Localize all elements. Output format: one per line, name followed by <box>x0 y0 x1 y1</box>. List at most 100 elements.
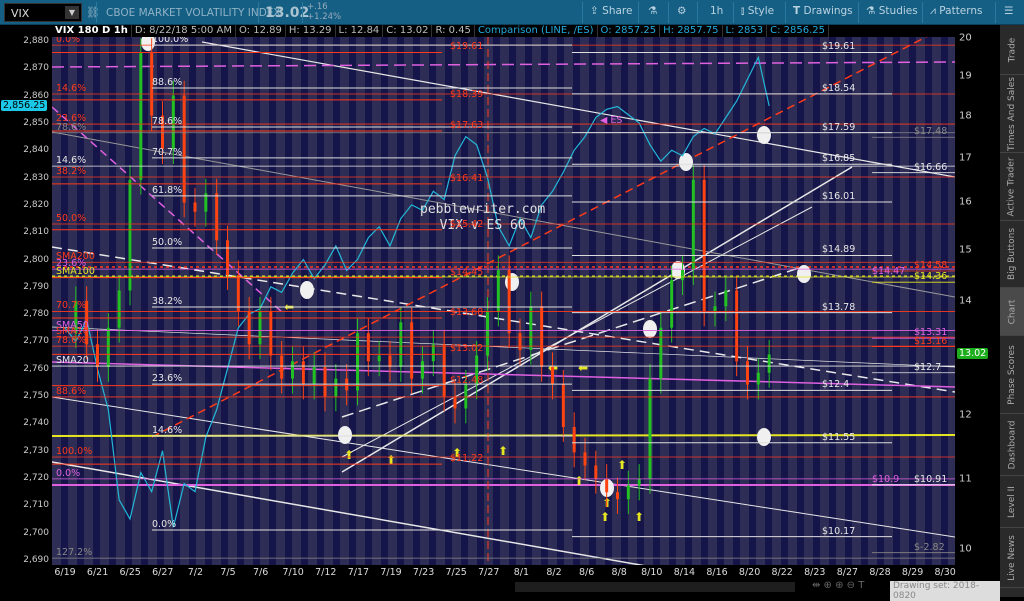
highlight-circle <box>679 153 693 171</box>
sidebar-tab-active-trader[interactable]: Active Trader <box>1000 153 1024 221</box>
chart-info-bar: VIX 180 D 1h D: 8/22/18 5:00 AM O: 12.89… <box>52 25 830 37</box>
arrow-icon: ⬆ <box>574 474 584 488</box>
vix-candle <box>615 492 619 500</box>
arrow-icon: ⬆ <box>600 510 610 524</box>
vix-axis-tick: 16 <box>959 196 972 208</box>
date-tick: 7/23 <box>412 567 435 578</box>
pattern-icon: ⩘ <box>930 5 936 17</box>
comparison-open: O: 2857.25 <box>598 25 661 37</box>
es-axis-tick: 2,840 <box>23 145 49 156</box>
sidebar-tab-chart[interactable]: Chart <box>1000 288 1024 336</box>
price-level-label: $-2.82 <box>914 541 945 553</box>
comparison-high: H: 2857.75 <box>660 25 723 37</box>
chevron-down-icon[interactable]: ▼ <box>65 6 79 19</box>
date-tick: 8/2 <box>546 567 562 578</box>
arrow-icon: ⬆ <box>617 458 627 472</box>
es-axis-tick: 2,870 <box>23 63 49 74</box>
date-tick: 7/19 <box>380 567 402 578</box>
es-axis-tick: 2,740 <box>23 418 49 429</box>
fib-label: 100.0% <box>56 446 93 458</box>
gear-icon[interactable]: ⚙ <box>677 5 686 17</box>
es-axis-tick: 2,710 <box>23 500 49 511</box>
symbol-input[interactable]: VIX ▼ <box>4 3 82 22</box>
price-level-label: $14.58 <box>914 259 948 271</box>
trend-line <box>52 461 645 565</box>
fib-label: 70.7% <box>56 300 87 312</box>
chart-scrollbar[interactable]: ⇹ ⊕ ⊕ ⊖ T Drawing set: 2018-0820 <box>0 580 1000 601</box>
scrollbar-thumb[interactable] <box>515 582 795 592</box>
fib-label: 0.0% <box>152 518 177 530</box>
studies-button[interactable]: ⚗ Studies <box>866 5 918 17</box>
price-level-label: $13.68 <box>450 306 484 318</box>
vix-current-price-tag: 13.02 <box>957 348 989 360</box>
drawings-button[interactable]: T Drawings <box>793 5 853 17</box>
date-tick: 8/29 <box>901 567 924 578</box>
es-axis-tick: 2,690 <box>23 555 49 565</box>
text-icon: T <box>793 5 801 17</box>
arrow-icon: ⬆ <box>498 444 508 458</box>
interval-button[interactable]: 1h <box>710 5 723 17</box>
vix-axis-tick: 12 <box>959 409 972 421</box>
date-tick: 6/27 <box>152 567 174 578</box>
date-tick: 8/1 <box>513 567 530 578</box>
es-axis-tick: 2,800 <box>23 254 49 265</box>
vix-candle <box>388 355 392 367</box>
vix-axis-tick: 14 <box>959 295 972 307</box>
vix-candle <box>496 269 500 312</box>
style-button[interactable]: ⫾ Style <box>741 5 774 18</box>
drawing-set-label[interactable]: Drawing set: 2018-0820 <box>890 581 1000 601</box>
fib-label: 100.0% <box>152 37 189 46</box>
sidebar-tab-big-buttons[interactable]: Big Buttons <box>1000 221 1024 288</box>
vix-candle <box>334 378 338 397</box>
sidebar-tab-level-ii[interactable]: Level II <box>1000 476 1024 528</box>
flask-icon[interactable]: ⚗ <box>648 5 657 17</box>
vix-candle <box>561 384 565 427</box>
fib-label: 50.0% <box>56 213 87 225</box>
fib-label: 38.2% <box>56 166 87 178</box>
arrow-icon: ⬆ <box>344 448 354 462</box>
vix-price-axis[interactable]: 20 19 18 17 16 15 14 12 11 10 13.02 <box>955 32 1000 565</box>
right-sidebar: Trade Times And Sales Active Trader Big But… <box>1000 25 1024 597</box>
price-level-label: $17.59 <box>822 121 856 133</box>
vix-candle <box>453 396 457 409</box>
menu-icon[interactable]: ☰ <box>1004 5 1013 17</box>
es-axis-tick: 2,810 <box>23 227 49 238</box>
date-tick: 7/17 <box>347 567 370 578</box>
sidebar-tab-trade[interactable]: Trade <box>1000 25 1024 75</box>
highlight-circle <box>505 273 519 291</box>
vix-candle <box>680 269 684 281</box>
es-price-axis[interactable]: 2,880 2,870 2,860 2,850 2,840 2,830 2,820 2,810… <box>0 36 52 565</box>
flask-icon: ⚗ <box>866 5 876 17</box>
fib-label: 88.6% <box>56 385 87 397</box>
bar-close: C: 13.02 <box>383 25 433 37</box>
link-icon[interactable]: ⛓ <box>86 6 100 19</box>
es-axis-tick: 2,750 <box>23 391 49 402</box>
vix-axis-tick: 10 <box>959 543 972 555</box>
bar-open: O: 12.89 <box>236 25 286 37</box>
sidebar-tab-times-and-sales[interactable]: Times And Sales <box>1000 75 1024 153</box>
fib-label: 14.6% <box>152 424 183 436</box>
vix-candle <box>280 355 284 379</box>
es-current-price-tag: 2,856.25 <box>1 99 48 111</box>
date-tick: 6/19 <box>54 567 76 578</box>
zoom-tools[interactable]: ⇹ ⊕ ⊕ ⊖ T <box>812 580 864 591</box>
patterns-button[interactable]: ⩘ Patterns <box>930 5 983 18</box>
fib-label: 38.2% <box>152 296 183 308</box>
sidebar-tab-live-news[interactable]: Live News <box>1000 528 1024 588</box>
vix-candle <box>442 344 446 397</box>
sidebar-tab-phase-scores[interactable]: Phase Scores <box>1000 336 1024 414</box>
price-level-label: $12.7 <box>914 361 942 373</box>
arrow-icon: ⬅ <box>578 361 588 375</box>
price-level-label: $19.61 <box>822 41 856 53</box>
es-axis-tick: 2,830 <box>23 172 49 183</box>
symbol-description: CBOE MARKET VOLATILITY INDEX <box>106 7 281 19</box>
sidebar-tab-dashboard[interactable]: Dashboard <box>1000 414 1024 476</box>
vix-candle <box>301 361 305 385</box>
bar-high: H: 13.29 <box>286 25 336 37</box>
chart-canvas[interactable]: ⬆⬆⬆⬆⬆⬆⬆⬆⬆⬅⬅⬅ pebblewriter.comVIX v ES 60… <box>52 37 955 565</box>
vix-candle <box>691 179 695 270</box>
share-button[interactable]: ⇪ Share <box>590 5 632 17</box>
price-level-label: $12.4 <box>822 379 850 391</box>
fib-label: 61.8% <box>152 184 183 196</box>
arrow-icon: ⬆ <box>634 510 644 524</box>
